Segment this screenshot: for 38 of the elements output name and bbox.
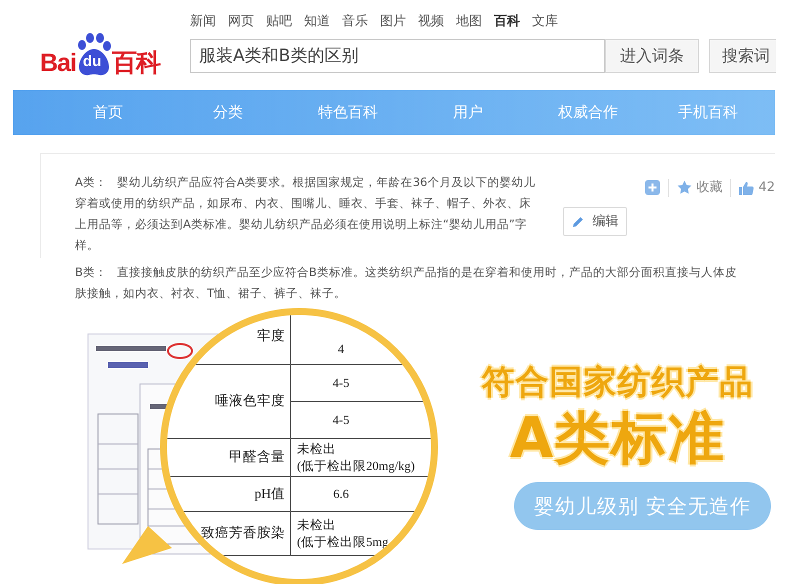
top-link[interactable]: 新闻 bbox=[190, 12, 216, 32]
table-cell: 牢度 bbox=[167, 315, 291, 365]
table-cell: 甲醛含量 bbox=[167, 439, 291, 477]
thumbs-up-icon bbox=[739, 180, 754, 195]
top-link[interactable]: 文库 bbox=[532, 12, 558, 32]
top-link[interactable]: 图片 bbox=[380, 12, 406, 32]
table-cell: 4-5 bbox=[291, 365, 431, 402]
like-button[interactable]: 42 bbox=[739, 178, 775, 198]
table-cell: 唾液色牢度 bbox=[167, 365, 291, 439]
top-link[interactable]: 知道 bbox=[304, 12, 330, 32]
table-cell: 致癌芳香胺染 bbox=[167, 512, 291, 556]
paragraph: B类： 直接接触皮肤的纺织产品至少应符合B类标准。这类纺织产品指的是在穿着和使用时，产品的大部分面积直接与人体皮肤接触，如内衣、衬衣、T恤、裙子、裤子、袜子。 bbox=[74, 264, 738, 302]
headline: 符合国家纺织产品 bbox=[482, 364, 754, 400]
search-button[interactable]: 搜索词 bbox=[709, 38, 776, 72]
top-link[interactable]: 贴吧 bbox=[266, 12, 292, 32]
subheadline: A类标准 bbox=[510, 408, 726, 470]
table-cell: 6.6 bbox=[291, 477, 431, 512]
top-link[interactable]: 音乐 bbox=[342, 12, 368, 32]
search-field[interactable]: 服装A类和B类的区别 bbox=[190, 38, 605, 72]
top-link[interactable]: 网页 bbox=[228, 12, 254, 32]
pencil-icon bbox=[572, 216, 584, 228]
top-link[interactable]: 百科 bbox=[494, 12, 520, 32]
table-cell: 4 bbox=[291, 315, 431, 365]
logo-text[interactable]: 百科 bbox=[112, 50, 160, 76]
top-link[interactable]: 视频 bbox=[418, 12, 444, 32]
top-link[interactable]: 地图 bbox=[456, 12, 482, 32]
search-button[interactable]: 进入词条 bbox=[605, 38, 699, 72]
collect-button[interactable]: 收藏 bbox=[677, 178, 722, 198]
add-icon[interactable] bbox=[645, 180, 660, 196]
slogan-pill: 婴幼儿级别 安全无造作 bbox=[514, 482, 772, 530]
edit-button[interactable]: 编辑 bbox=[563, 207, 628, 236]
table-cell: 未检出 (低于检出限20mg/kg) bbox=[291, 439, 431, 477]
logo-text[interactable]: Bai bbox=[40, 50, 76, 76]
paragraph: A类： 婴幼儿纺织产品应符合A类要求。根据国家规定，年龄在36个月及以下的婴幼儿穿着或使用的纺织产品，如尿布、内衣、围嘴儿、睡衣、手套、袜子、帽子、外衣、床上用品等，必须达到A类标准。婴幼儿纺织产品必须在使用说明上标注“婴幼儿用品”字样。 bbox=[75, 174, 536, 254]
pointer-shape bbox=[122, 526, 172, 566]
table-cell: pH值 bbox=[167, 477, 291, 512]
star-icon bbox=[677, 180, 692, 196]
table-cell: 4-5 bbox=[291, 402, 431, 439]
